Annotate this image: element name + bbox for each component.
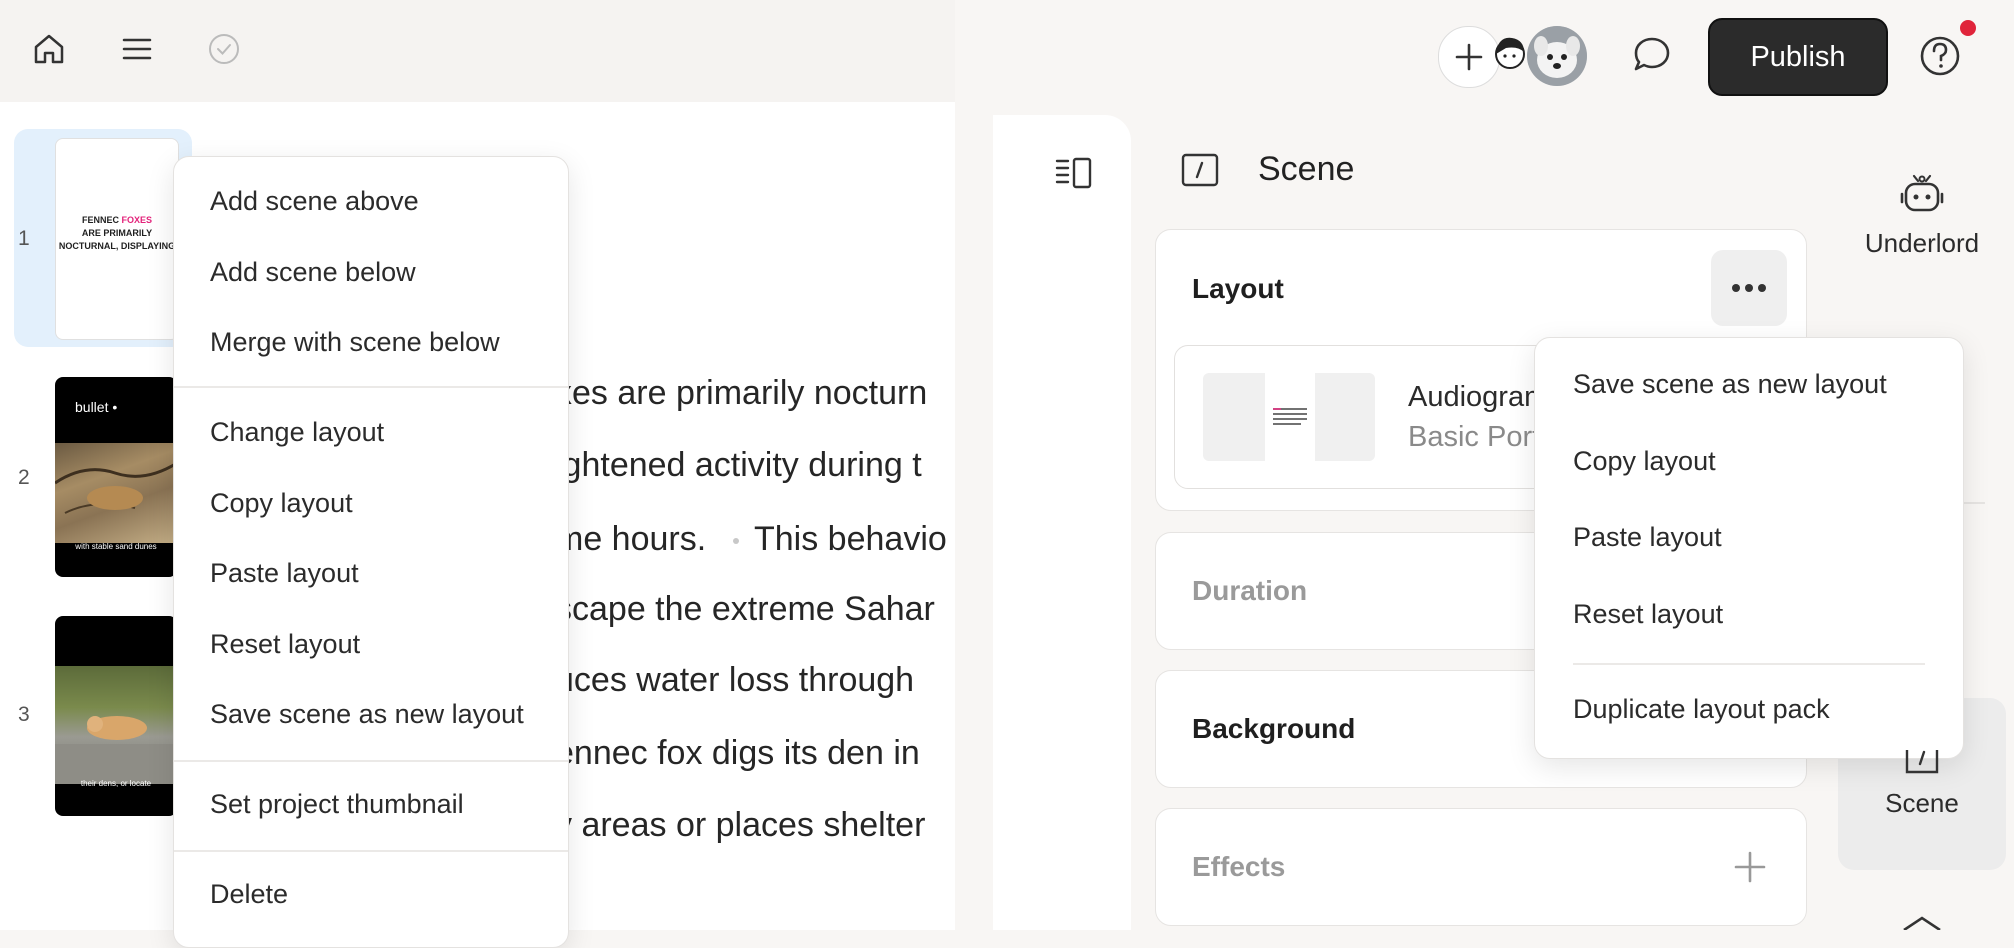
menu-add-scene-above[interactable]: Add scene above [210, 186, 419, 217]
comments-icon[interactable] [1630, 33, 1674, 77]
menu-add-scene-below[interactable]: Add scene below [210, 257, 416, 288]
toggle-panel-icon[interactable] [1054, 155, 1094, 191]
help-icon[interactable] [1918, 33, 1964, 79]
notification-badge [1960, 20, 1976, 36]
script-line[interactable]: scape the extreme Sahar [555, 590, 935, 629]
avatar[interactable] [1490, 26, 1530, 86]
menu-separator [174, 760, 568, 762]
menu-separator [1573, 663, 1925, 665]
script-side-panel [993, 115, 1131, 930]
script-line[interactable]: xes are primarily nocturn [555, 374, 927, 413]
layout-preview-page [1265, 373, 1315, 461]
menu-delete[interactable]: Delete [210, 879, 288, 910]
script-line[interactable]: This behavio [754, 520, 947, 559]
more-horizontal-icon [1732, 284, 1766, 292]
script-line[interactable]: me hours. [555, 520, 706, 559]
scene-context-menu: Add scene above Add scene below Merge wi… [173, 156, 569, 948]
rail-next-icon[interactable] [1900, 910, 1944, 930]
effects-title: Effects [1192, 851, 1286, 882]
menu-paste-layout[interactable]: Paste layout [1573, 522, 1722, 553]
underlord-robot-icon[interactable] [1900, 172, 1944, 216]
saved-check-icon [197, 22, 251, 76]
layout-preview [1203, 373, 1375, 461]
menu-copy-layout[interactable]: Copy layout [1573, 446, 1716, 477]
home-icon[interactable] [22, 22, 76, 76]
editor-toolbar [0, 0, 955, 102]
menu-separator [174, 850, 568, 852]
layout-card-title: Layout [1192, 273, 1284, 304]
rail-underlord-label[interactable]: Underlord [1860, 228, 1984, 259]
panel-title: Scene [1258, 150, 1355, 188]
plus-icon [1455, 43, 1483, 71]
rail-scene-label[interactable]: Scene [1860, 788, 1984, 819]
menu-save-scene-as-new-layout[interactable]: Save scene as new layout [210, 699, 524, 730]
menu-paste-layout[interactable]: Paste layout [210, 558, 359, 589]
duration-title: Duration [1192, 575, 1308, 606]
menu-change-layout[interactable]: Change layout [210, 417, 384, 448]
menu-merge-with-scene-below[interactable]: Merge with scene below [210, 327, 500, 358]
background-title: Background [1192, 713, 1356, 744]
menu-duplicate-layout-pack[interactable]: Duplicate layout pack [1573, 694, 1830, 725]
menu-icon[interactable] [110, 22, 164, 76]
scene-break-dot [733, 538, 739, 544]
script-line[interactable]: ennec fox digs its den in [555, 734, 920, 773]
publish-button[interactable]: Publish [1708, 18, 1888, 96]
effects-card: Effects [1155, 808, 1807, 926]
scene-icon [1181, 153, 1219, 187]
rail-scene-icon[interactable] [1905, 750, 1939, 776]
menu-separator [174, 386, 568, 388]
menu-reset-layout[interactable]: Reset layout [1573, 599, 1723, 630]
menu-reset-layout[interactable]: Reset layout [210, 629, 360, 660]
script-line[interactable]: uces water loss through [555, 661, 914, 700]
layout-name: Audiogram [1408, 381, 1549, 413]
menu-save-scene-as-new-layout[interactable]: Save scene as new layout [1573, 369, 1887, 400]
pane-divider[interactable] [955, 0, 993, 930]
layout-options-menu: Save scene as new layout Copy layout Pas… [1534, 337, 1964, 759]
script-line[interactable]: ightened activity during t [555, 446, 922, 485]
menu-set-project-thumbnail[interactable]: Set project thumbnail [210, 789, 464, 820]
menu-copy-layout[interactable]: Copy layout [210, 488, 353, 519]
layout-more-options-button[interactable] [1711, 250, 1787, 326]
avatar[interactable] [1527, 26, 1587, 86]
script-line[interactable]: y areas or places shelter [555, 806, 925, 845]
add-effect-icon[interactable] [1732, 849, 1768, 885]
